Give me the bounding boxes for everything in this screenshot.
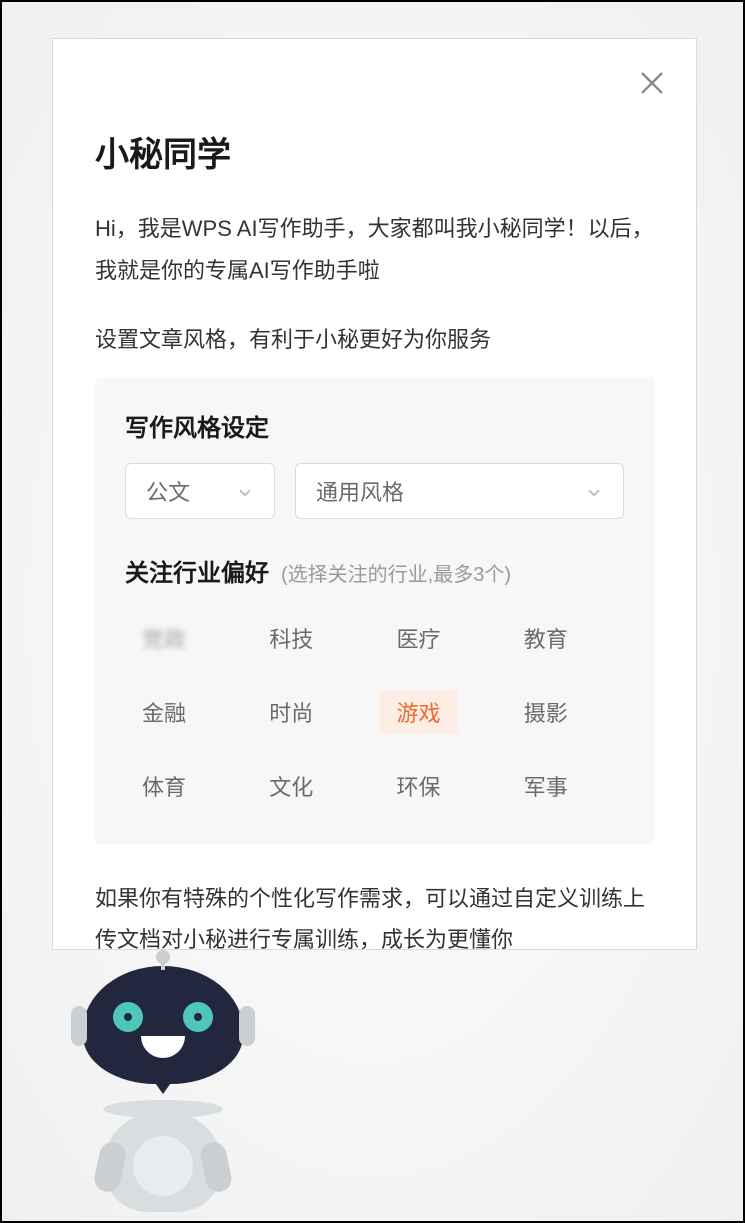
style-select[interactable]: 通用风格 xyxy=(295,463,624,519)
industry-tag[interactable]: 金融 xyxy=(125,690,203,734)
chevron-down-icon xyxy=(585,482,603,500)
footer-text: 如果你有特殊的个性化写作需求，可以通过自定义训练上传文档对小秘进行专属训练，成长… xyxy=(95,878,654,950)
robot-body-icon xyxy=(103,1112,223,1212)
pref-heading-row: 关注行业偏好 (选择关注的行业,最多3个) xyxy=(125,553,624,588)
industry-tag[interactable]: 医疗 xyxy=(380,616,458,660)
select-row: 公文 通用风格 xyxy=(125,463,624,519)
category-select[interactable]: 公文 xyxy=(125,463,275,519)
industry-tag[interactable]: 科技 xyxy=(252,616,330,660)
industry-tag[interactable]: 军事 xyxy=(507,764,585,808)
industry-tag-grid: 党政 科技 医疗 教育金融 时尚 游戏 摄影体育 文化 环保 军事 xyxy=(125,616,624,808)
settings-card: 写作风格设定 公文 通用风格 关注行业偏好 (选择关注的行业,最多3个) 党政 科… xyxy=(95,378,654,844)
robot-mascot xyxy=(78,966,248,1212)
close-icon[interactable] xyxy=(638,69,666,97)
industry-tag[interactable]: 游戏 xyxy=(380,690,458,734)
industry-tag[interactable]: 环保 xyxy=(380,764,458,808)
assistant-intro-panel: 小秘同学 Hi，我是WPS AI写作助手，大家都叫我小秘同学！以后，我就是你的专… xyxy=(52,38,697,950)
panel-title: 小秘同学 xyxy=(95,127,654,176)
pref-label: 关注行业偏好 xyxy=(125,553,269,588)
robot-head-icon xyxy=(83,966,243,1084)
industry-tag[interactable]: 体育 xyxy=(125,764,203,808)
pref-hint: (选择关注的行业,最多3个) xyxy=(281,558,511,587)
industry-tag[interactable]: 摄影 xyxy=(507,690,585,734)
style-select-value: 通用风格 xyxy=(316,475,404,507)
industry-tag[interactable]: 时尚 xyxy=(252,690,330,734)
industry-tag[interactable]: 党政 xyxy=(125,616,203,660)
category-select-value: 公文 xyxy=(146,475,190,507)
industry-tag[interactable]: 教育 xyxy=(507,616,585,660)
style-tip-text: 设置文章风格，有利于小秘更好为你服务 xyxy=(95,322,654,354)
style-heading: 写作风格设定 xyxy=(125,408,624,443)
chevron-down-icon xyxy=(236,482,254,500)
industry-tag[interactable]: 文化 xyxy=(252,764,330,808)
intro-text: Hi，我是WPS AI写作助手，大家都叫我小秘同学！以后，我就是你的专属AI写作… xyxy=(95,208,654,292)
